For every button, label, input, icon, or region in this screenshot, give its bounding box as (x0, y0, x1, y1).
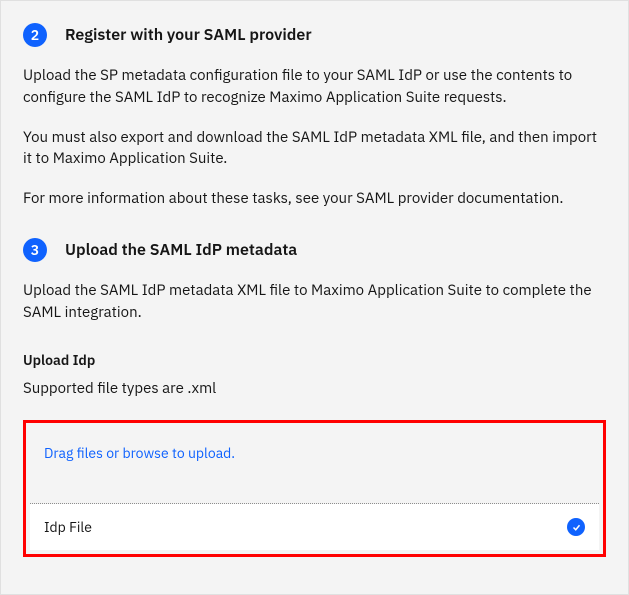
upload-widget-highlight: Drag files or browse to upload. Idp File (23, 420, 606, 557)
check-circle-icon (567, 518, 585, 536)
step-2-badge: 2 (23, 23, 47, 47)
step-2-title: Register with your SAML provider (65, 25, 312, 45)
file-dropzone[interactable]: Drag files or browse to upload. (30, 427, 599, 504)
uploaded-file-name: Idp File (44, 518, 92, 536)
step-2-block: 2 Register with your SAML provider Uploa… (23, 23, 606, 210)
supported-file-types: Supported file types are .xml (23, 379, 606, 398)
step-2-header: 2 Register with your SAML provider (23, 23, 606, 47)
step-3-header: 3 Upload the SAML IdP metadata (23, 238, 606, 262)
uploaded-file-row[interactable]: Idp File (30, 504, 599, 550)
dropzone-text: Drag files or browse to upload. (44, 444, 235, 462)
step-3-block: 3 Upload the SAML IdP metadata Upload th… (23, 238, 606, 324)
upload-label: Upload Idp (23, 351, 606, 369)
step-2-desc-2: You must also export and download the SA… (23, 127, 606, 171)
step-2-desc-1: Upload the SP metadata configuration fil… (23, 65, 606, 109)
upload-section: Upload Idp Supported file types are .xml… (23, 351, 606, 557)
step-2-desc-3: For more information about these tasks, … (23, 188, 606, 210)
saml-config-panel: 2 Register with your SAML provider Uploa… (0, 0, 629, 595)
step-3-badge: 3 (23, 238, 47, 262)
step-3-desc-1: Upload the SAML IdP metadata XML file to… (23, 280, 606, 324)
step-3-title: Upload the SAML IdP metadata (65, 240, 297, 260)
